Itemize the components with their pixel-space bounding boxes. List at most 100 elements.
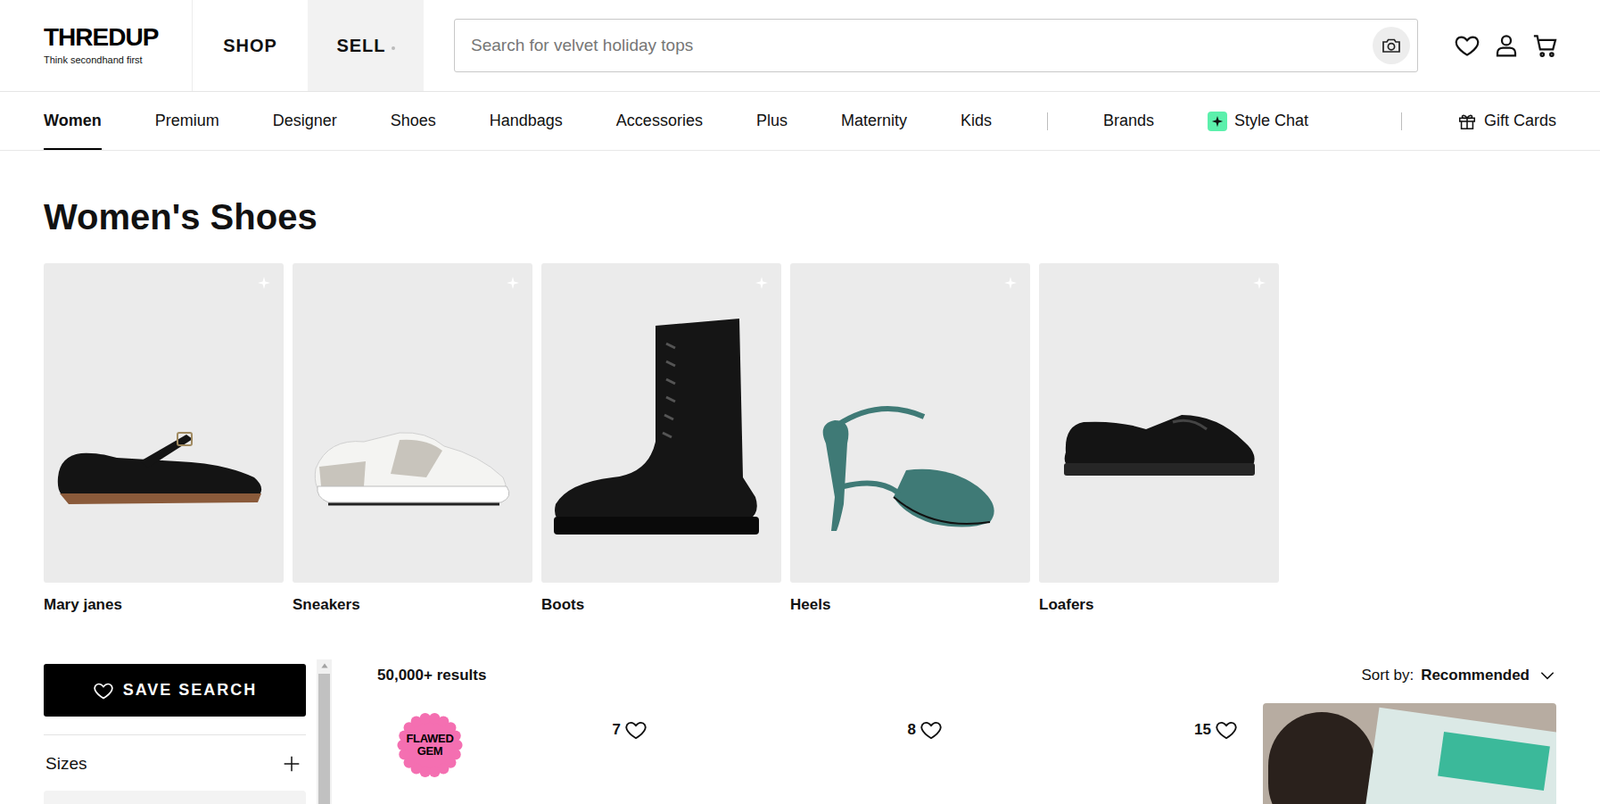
header-tab[interactable]: SHOP bbox=[191, 0, 308, 91]
logo-wordmark[interactable]: THREDUP bbox=[43, 24, 192, 50]
camera-button[interactable] bbox=[1372, 26, 1411, 65]
category-label[interactable]: Loafers bbox=[1039, 594, 1279, 615]
category-nav: Women Premium Designer Shoes Handbags Accesso… bbox=[0, 91, 1600, 151]
scrollbar[interactable] bbox=[316, 659, 332, 804]
category-label[interactable]: Sneakers bbox=[292, 594, 533, 615]
sort-value[interactable]: Recommended bbox=[1420, 663, 1530, 687]
favorite-button[interactable]: 15 bbox=[967, 702, 1262, 742]
category-image[interactable] bbox=[790, 263, 1031, 583]
nav-divider bbox=[1401, 112, 1403, 131]
sparkle-icon[interactable] bbox=[1003, 275, 1018, 290]
camera-icon[interactable] bbox=[1380, 34, 1403, 57]
sort-dropdown[interactable]: Sort by:Recommended bbox=[1361, 663, 1557, 687]
nav-item-label[interactable]: Plus bbox=[756, 107, 788, 133]
category-label[interactable]: Heels bbox=[790, 594, 1031, 615]
nav-item-label[interactable]: Shoes bbox=[390, 107, 437, 133]
category-tiles: Mary janes Sneakers Boots Heels Loafers bbox=[43, 263, 1557, 615]
favorite-count: 15 bbox=[1194, 717, 1212, 742]
nav-item[interactable]: Plus bbox=[756, 91, 788, 150]
save-search-label[interactable]: SAVE SEARCH bbox=[123, 677, 258, 702]
category-image[interactable] bbox=[541, 263, 782, 583]
style-chat-link[interactable]: Style Chat bbox=[1207, 108, 1309, 133]
results-header: 50,000+ results Sort by:Recommended bbox=[377, 663, 1557, 686]
gift-cards-label[interactable]: Gift Cards bbox=[1484, 108, 1557, 133]
filter-label[interactable]: Sizes bbox=[45, 752, 87, 775]
nav-item-label[interactable]: Designer bbox=[272, 107, 338, 133]
category-label[interactable]: Boots bbox=[541, 594, 782, 615]
style-chat-label[interactable]: Style Chat bbox=[1234, 108, 1309, 133]
brands-link[interactable]: Brands bbox=[1103, 108, 1155, 133]
nav-item[interactable]: Premium bbox=[155, 91, 220, 150]
scroll-up-icon[interactable] bbox=[319, 659, 330, 672]
category-image[interactable] bbox=[1039, 263, 1279, 583]
nav-divider bbox=[1047, 112, 1048, 131]
heart-icon[interactable] bbox=[92, 679, 115, 702]
nav-item-label[interactable]: Women bbox=[43, 107, 102, 133]
shoe-icon bbox=[292, 263, 533, 583]
nav-item-label[interactable]: Handbags bbox=[489, 107, 563, 133]
promo-card[interactable] bbox=[1262, 702, 1557, 804]
search-bar bbox=[453, 18, 1419, 73]
nav-item[interactable]: Women bbox=[43, 91, 102, 150]
heart-icon[interactable] bbox=[1214, 717, 1238, 742]
product-card[interactable]: 7 FLAWED GEM bbox=[377, 702, 671, 804]
header-icons bbox=[1453, 0, 1559, 91]
nav-item-label[interactable]: Premium bbox=[155, 107, 220, 133]
sparkle-icon[interactable] bbox=[1211, 115, 1224, 128]
heart-icon[interactable] bbox=[624, 717, 648, 742]
header-tab-label[interactable]: SHOP bbox=[222, 32, 278, 59]
nav-item[interactable]: Handbags bbox=[489, 91, 563, 150]
filter-sidebar: SAVE SEARCH Sizes bbox=[43, 663, 332, 804]
results-count: 50,000+ results bbox=[377, 663, 487, 687]
nav-item[interactable]: Shoes bbox=[390, 91, 437, 150]
product-card[interactable]: 15 bbox=[967, 702, 1262, 804]
sparkle-icon[interactable] bbox=[256, 275, 272, 290]
logo[interactable]: THREDUP Think secondhand first bbox=[0, 0, 192, 91]
nav-extra: Brands Style Chat bbox=[1103, 91, 1309, 150]
gift-icon[interactable] bbox=[1457, 111, 1477, 132]
category-image[interactable] bbox=[292, 263, 533, 583]
nav-item-label[interactable]: Accessories bbox=[616, 107, 703, 133]
category-tile[interactable]: Mary janes bbox=[43, 263, 284, 615]
nav-item[interactable]: Designer bbox=[272, 91, 338, 150]
category-tile[interactable]: Sneakers bbox=[292, 263, 533, 615]
heart-icon[interactable] bbox=[919, 717, 943, 742]
logo-tagline: Think secondhand first bbox=[43, 53, 192, 66]
gift-cards-link[interactable]: Gift Cards bbox=[1457, 108, 1557, 133]
user-icon[interactable] bbox=[1492, 32, 1520, 59]
results-area: SAVE SEARCH Sizes 50,000+ results Sort by:R… bbox=[0, 663, 1600, 804]
favorite-count: 7 bbox=[612, 717, 621, 742]
header: THREDUP Think secondhand first SHOP SELL bbox=[0, 0, 1600, 92]
sparkle-icon[interactable] bbox=[505, 275, 520, 290]
flawed-gem-badge: FLAWED GEM bbox=[395, 710, 464, 779]
style-chat-icon[interactable] bbox=[1207, 111, 1228, 132]
filter-list: Sizes bbox=[43, 734, 306, 804]
sparkle-icon[interactable] bbox=[1252, 275, 1267, 290]
category-tile[interactable]: Heels bbox=[790, 263, 1031, 615]
nav-item[interactable]: Accessories bbox=[616, 91, 703, 150]
filter-row[interactable]: Sizes bbox=[43, 734, 306, 791]
save-search-button[interactable]: SAVE SEARCH bbox=[43, 663, 306, 717]
category-label[interactable]: Mary janes bbox=[43, 594, 284, 615]
nav-item[interactable]: Kids bbox=[960, 91, 992, 150]
category-tile[interactable]: Loafers bbox=[1039, 263, 1279, 615]
header-tab[interactable]: SELL bbox=[307, 0, 424, 91]
nav-item-label[interactable]: Kids bbox=[960, 107, 992, 133]
favorite-button[interactable]: 8 bbox=[672, 702, 966, 742]
chevron-down-icon[interactable] bbox=[1538, 666, 1557, 685]
shoe-icon bbox=[43, 263, 284, 583]
scrollbar-thumb[interactable] bbox=[318, 673, 330, 804]
plus-icon[interactable] bbox=[282, 754, 301, 773]
nav-item-label[interactable]: Maternity bbox=[841, 107, 908, 133]
header-tab-label[interactable]: SELL bbox=[336, 32, 386, 59]
heart-icon[interactable] bbox=[1453, 32, 1481, 59]
category-image[interactable] bbox=[43, 263, 284, 583]
nav-item[interactable]: Maternity bbox=[841, 91, 908, 150]
category-tile[interactable]: Boots bbox=[541, 263, 782, 615]
product-card[interactable]: 8 bbox=[672, 702, 966, 804]
sort-label: Sort by: bbox=[1361, 663, 1415, 687]
sparkle-icon[interactable] bbox=[754, 275, 769, 290]
cart-icon[interactable] bbox=[1532, 32, 1559, 59]
shoe-icon bbox=[1039, 263, 1279, 583]
search-input[interactable] bbox=[470, 32, 1373, 59]
